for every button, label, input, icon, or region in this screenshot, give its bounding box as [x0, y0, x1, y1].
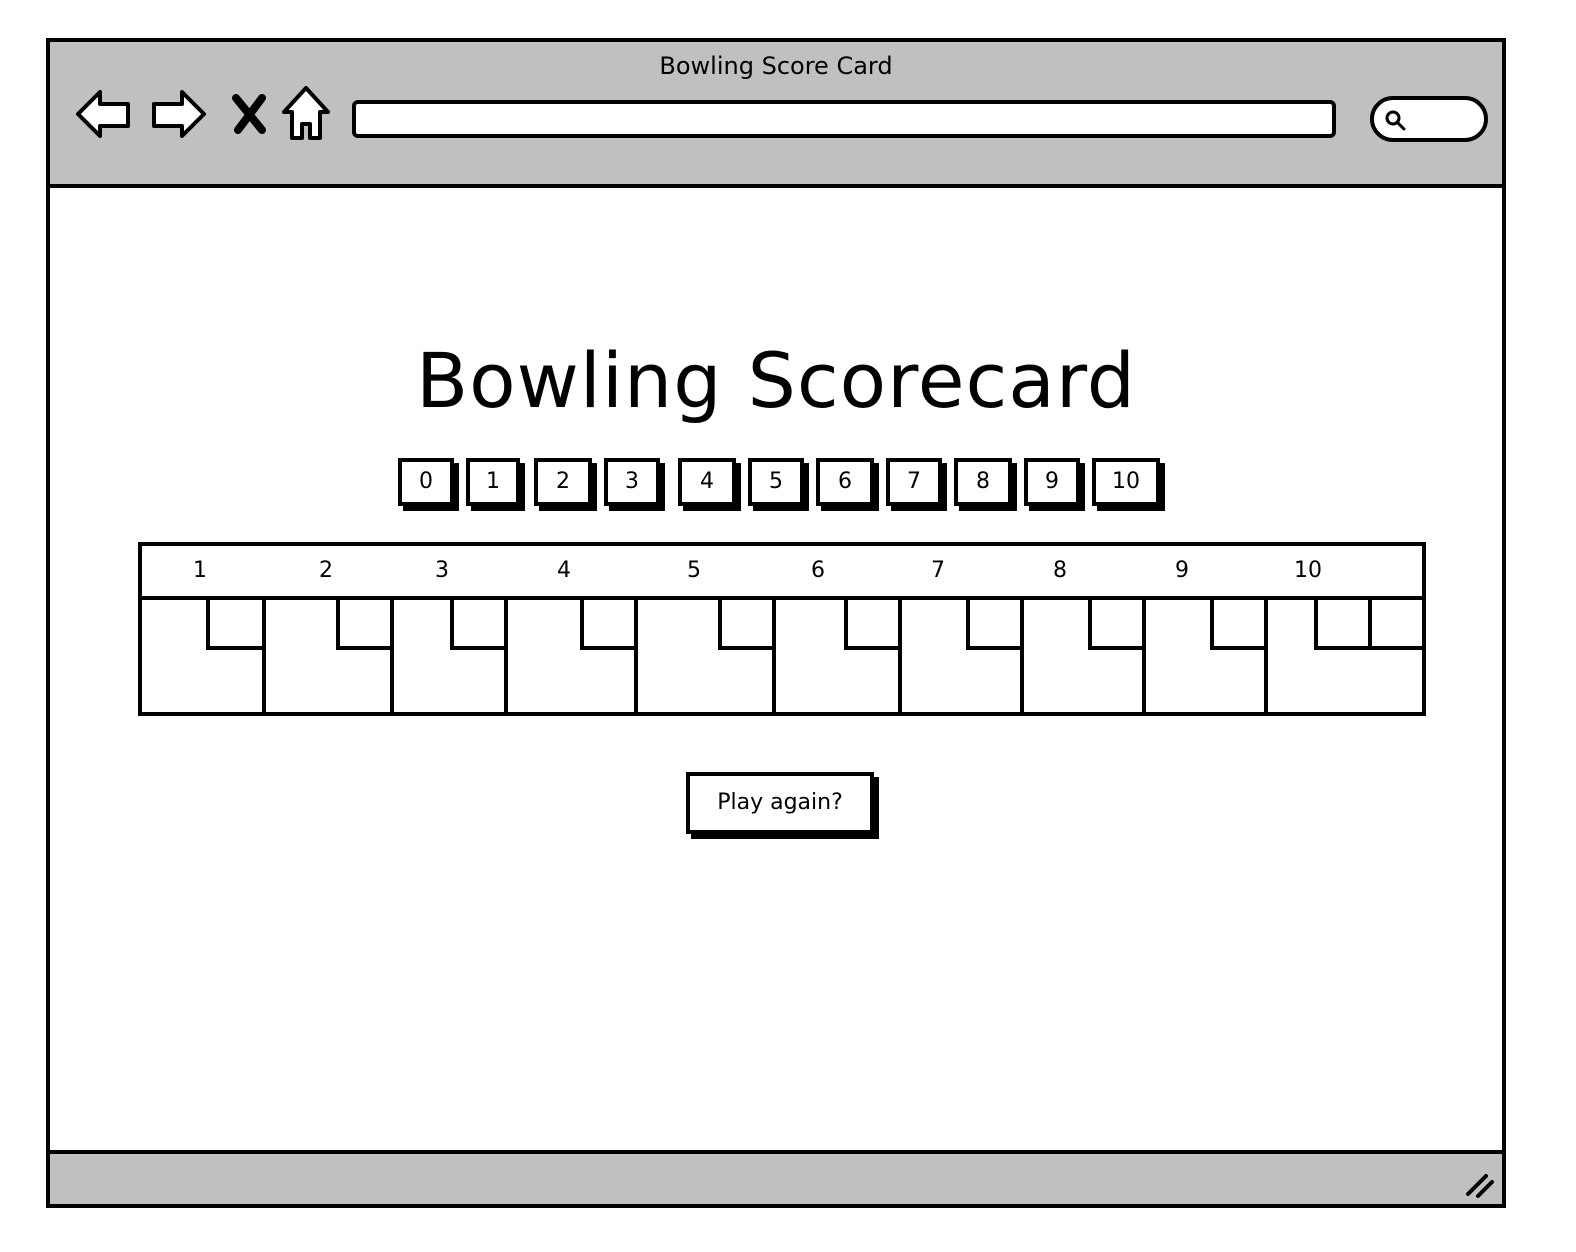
resize-grip-icon[interactable]: [1460, 1164, 1496, 1200]
frame-total: [266, 654, 390, 712]
frame-total: [1268, 654, 1422, 712]
pin-button-9[interactable]: 9: [1024, 458, 1080, 506]
url-bar[interactable]: [352, 100, 1336, 138]
page-content: Bowling Scorecard 0 1 2 3 4 5 6 7 8 9 10…: [50, 188, 1502, 1154]
frame-cell: [508, 600, 638, 712]
pin-button-10[interactable]: 10: [1092, 458, 1160, 506]
window-title: Bowling Score Card: [659, 52, 893, 80]
frame-number: 1: [193, 558, 207, 583]
roll-box: [844, 600, 902, 650]
frame-number: 9: [1175, 558, 1189, 583]
pin-button-2[interactable]: 2: [534, 458, 592, 506]
browser-window: Bowling Score Card Bowling Scorecard 0 1…: [46, 38, 1506, 1208]
pin-button-4[interactable]: 4: [678, 458, 736, 506]
search-icon: [1385, 110, 1406, 131]
close-icon[interactable]: [218, 82, 282, 146]
frame-total: [1024, 654, 1142, 712]
frame-total: [508, 654, 634, 712]
pin-button-row: 0 1 2 3 4 5 6 7 8 9 10: [398, 458, 1178, 514]
pin-button-6[interactable]: 6: [816, 458, 874, 506]
roll-box: [336, 600, 394, 650]
page-title: Bowling Scorecard: [416, 336, 1136, 425]
status-bar: [50, 1150, 1502, 1204]
pin-button-3[interactable]: 3: [604, 458, 660, 506]
frame-total: [902, 654, 1020, 712]
pin-button-8[interactable]: 8: [954, 458, 1012, 506]
frame-number: 6: [811, 558, 825, 583]
frame-cell: [266, 600, 394, 712]
pin-button-0[interactable]: 0: [398, 458, 454, 506]
frame-number: 4: [557, 558, 571, 583]
frame-cell: [776, 600, 902, 712]
roll-box: [1314, 600, 1372, 650]
frame-cell: [394, 600, 508, 712]
pin-button-5[interactable]: 5: [748, 458, 804, 506]
pin-button-7[interactable]: 7: [886, 458, 942, 506]
roll-box: [580, 600, 638, 650]
roll-box: [1088, 600, 1146, 650]
browser-titlebar: Bowling Score Card: [50, 42, 1502, 188]
frame-header-row: 1 2 3 4 5 6 7 8 9 10: [142, 546, 1422, 600]
roll-box: [450, 600, 508, 650]
frame-cell: [1146, 600, 1268, 712]
frame-number: 8: [1053, 558, 1067, 583]
roll-box: [1210, 600, 1268, 650]
frame-number: 3: [435, 558, 449, 583]
frame-number: 2: [319, 558, 333, 583]
forward-arrow-icon[interactable]: [146, 82, 210, 146]
scorecard: 1 2 3 4 5 6 7 8 9 10: [138, 542, 1426, 716]
frame-total: [394, 654, 504, 712]
frame-number: 5: [687, 558, 701, 583]
frame-cell: [902, 600, 1024, 712]
frame-total: [142, 654, 262, 712]
frame-total: [1146, 654, 1264, 712]
frame-total: [776, 654, 898, 712]
back-arrow-icon[interactable]: [72, 82, 136, 146]
frame-cell: [1268, 600, 1422, 712]
frame-number: 10: [1294, 558, 1322, 583]
roll-box: [718, 600, 776, 650]
frame-number: 7: [931, 558, 945, 583]
frame-total: [638, 654, 772, 712]
frame-cell: [638, 600, 776, 712]
search-box[interactable]: [1370, 96, 1488, 142]
frame-cell: [1024, 600, 1146, 712]
home-icon[interactable]: [274, 82, 338, 146]
roll-box: [1368, 600, 1422, 650]
play-again-button[interactable]: Play again?: [686, 772, 874, 834]
frame-cell: [142, 600, 266, 712]
roll-box: [966, 600, 1024, 650]
pin-button-1[interactable]: 1: [466, 458, 520, 506]
roll-box: [206, 600, 266, 650]
